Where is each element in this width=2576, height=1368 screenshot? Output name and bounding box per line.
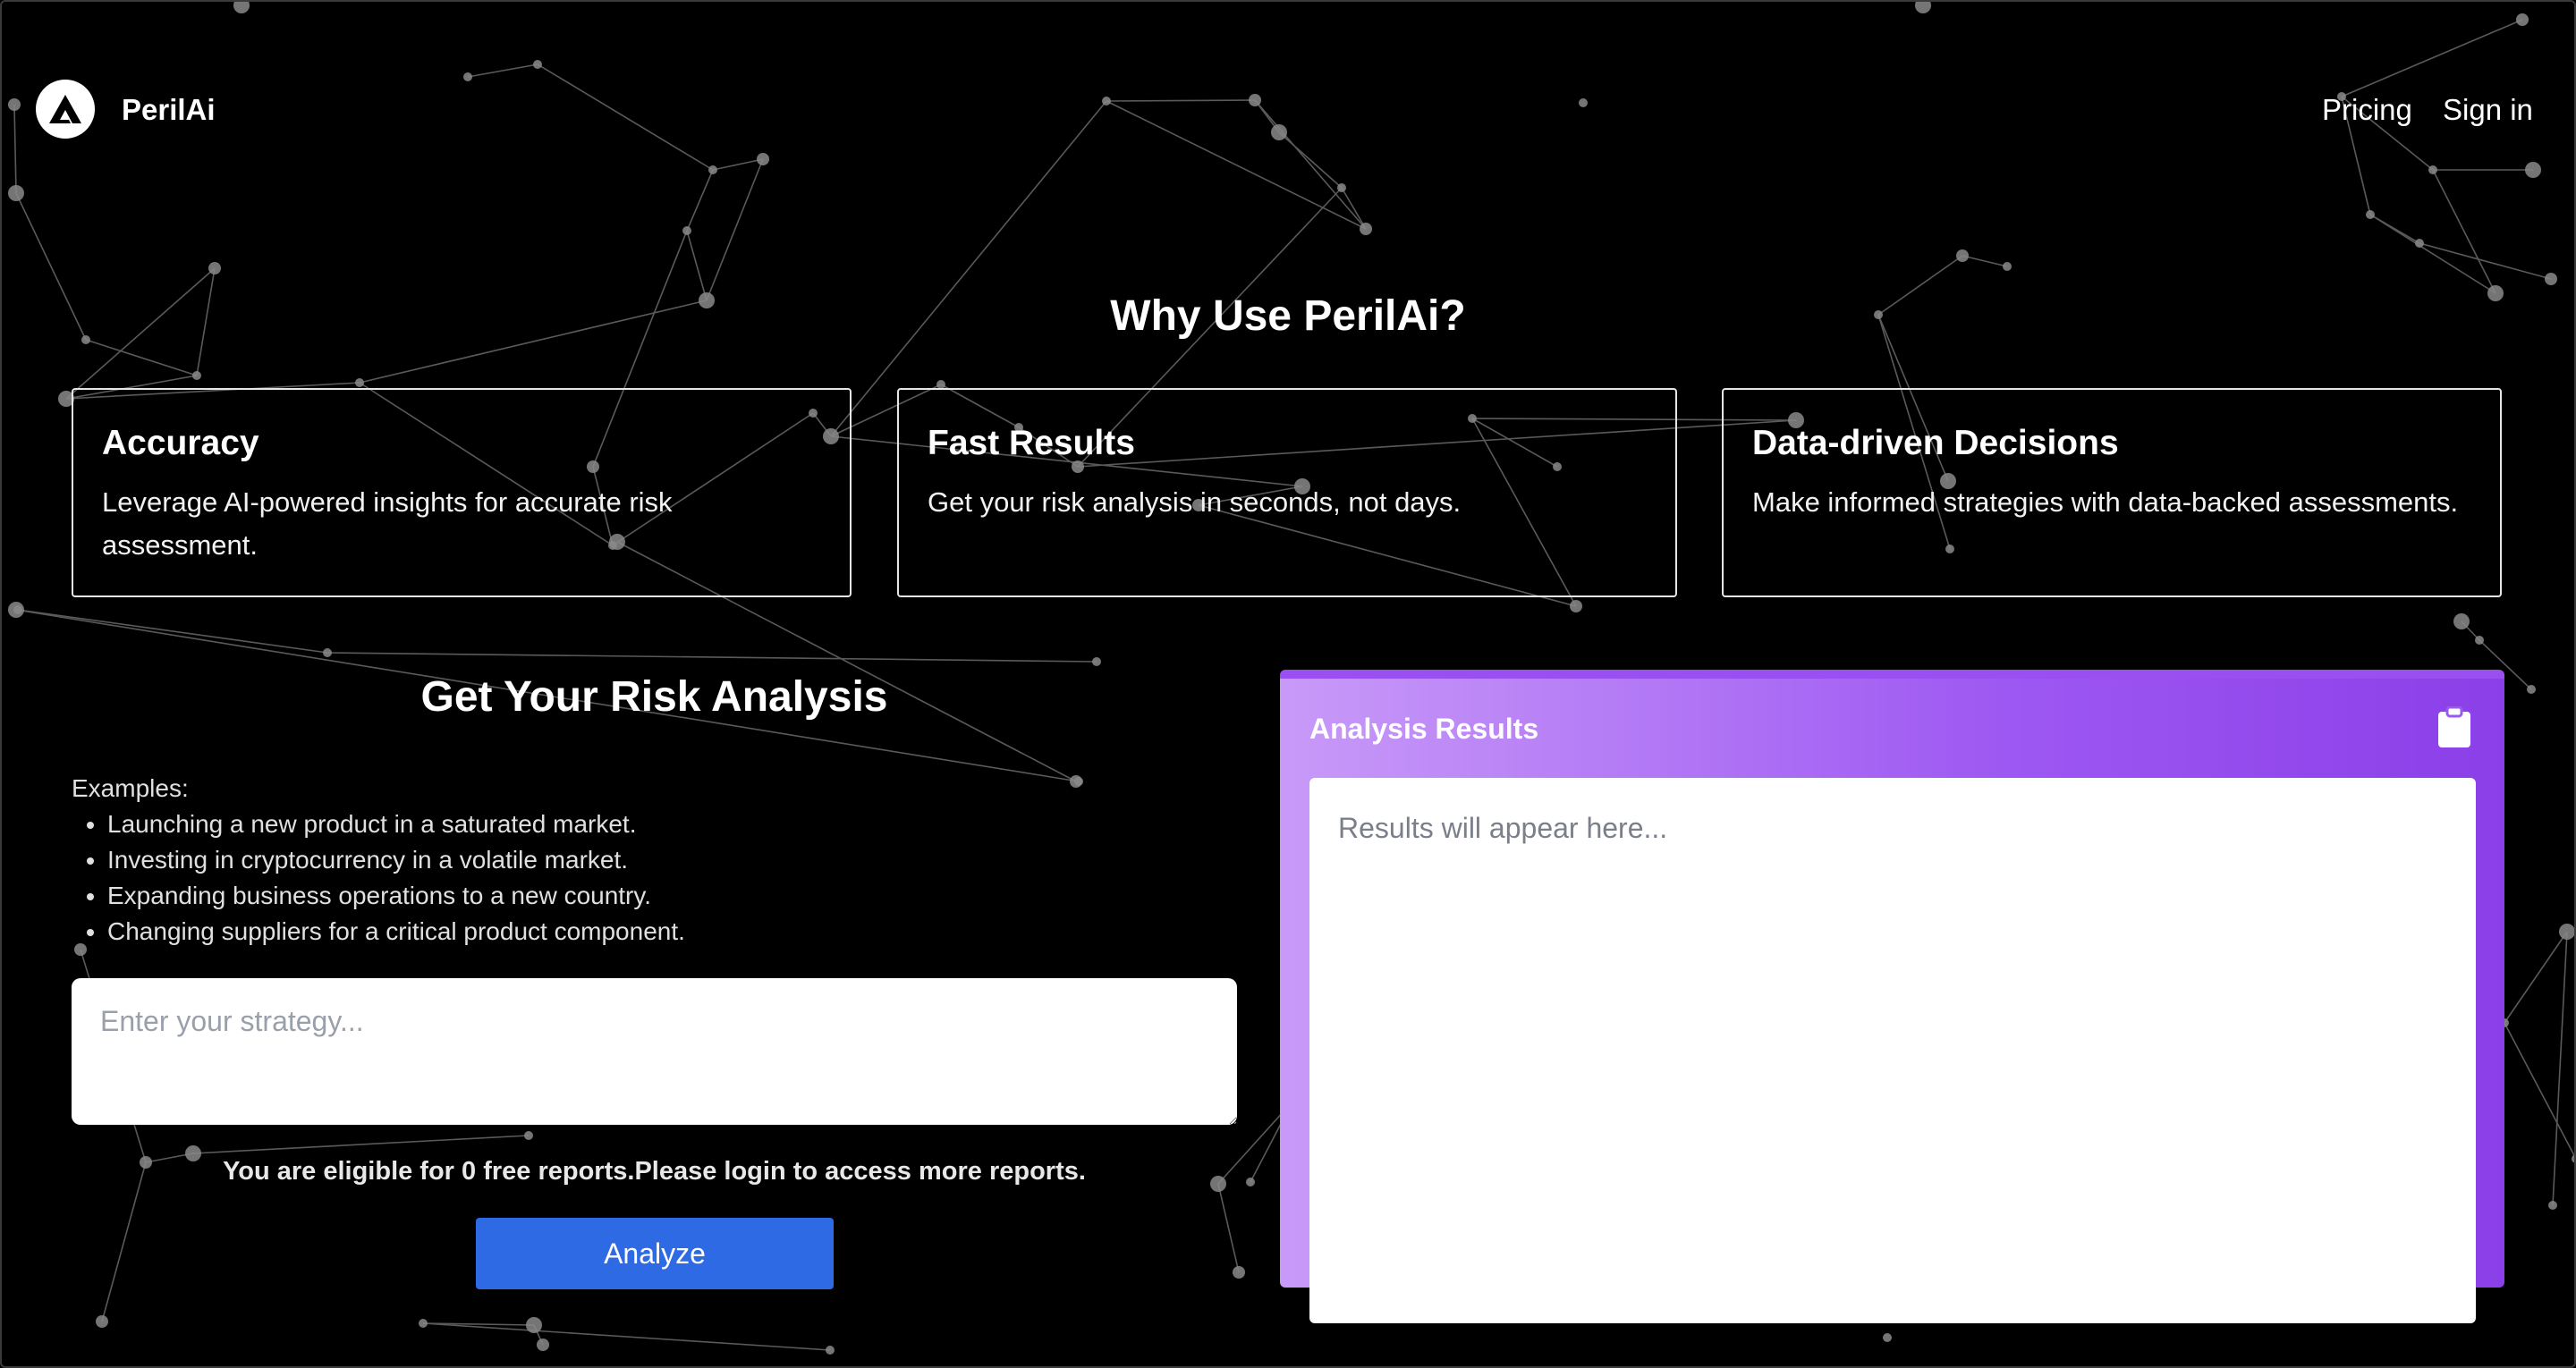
feature-card-description: Leverage AI-powered insights for accurat… [102, 486, 673, 561]
why-section-title: Why Use PerilAi? [1110, 292, 1466, 340]
feature-card-description: Get your risk analysis in seconds, not d… [928, 486, 1462, 518]
clipboard-icon[interactable] [2436, 705, 2472, 749]
brand-logo[interactable] [36, 80, 95, 139]
strategy-input[interactable] [72, 978, 1237, 1125]
examples-list: Launching a new product in a saturated m… [72, 806, 685, 950]
example-item: Expanding business operations to a new c… [107, 878, 685, 914]
eligibility-note: You are eligible for 0 free reports.Plea… [223, 1157, 1086, 1186]
examples-label: Examples: [72, 774, 189, 802]
example-item: Changing suppliers for a critical produc… [107, 914, 685, 950]
feature-card-accuracy: Accuracy Leverage AI-powered insights fo… [72, 388, 852, 597]
risk-analysis-title: Get Your Risk Analysis [420, 673, 888, 721]
feature-card-data-driven: Data-driven Decisions Make informed stra… [1722, 388, 2502, 597]
analyze-button[interactable]: Analyze [476, 1218, 834, 1289]
example-item: Investing in cryptocurrency in a volatil… [107, 842, 685, 878]
feature-card-description: Make informed strategies with data-backe… [1752, 486, 2459, 518]
feature-card-title: Accuracy [102, 424, 259, 462]
nav-pricing-link[interactable]: Pricing [2322, 92, 2412, 128]
feature-card-title: Fast Results [928, 424, 1135, 462]
results-placeholder: Results will appear here... [1338, 812, 1668, 844]
feature-card-fast-results: Fast Results Get your risk analysis in s… [897, 388, 1677, 597]
triangle-logo-icon [49, 95, 81, 123]
results-output[interactable]: Results will appear here... [1309, 778, 2476, 1323]
feature-card-title: Data-driven Decisions [1752, 424, 2119, 462]
example-item: Launching a new product in a saturated m… [107, 806, 685, 842]
nav-signin-link[interactable]: Sign in [2443, 92, 2533, 128]
results-title: Analysis Results [1309, 713, 1539, 745]
brand-name[interactable]: PerilAi [122, 92, 216, 128]
